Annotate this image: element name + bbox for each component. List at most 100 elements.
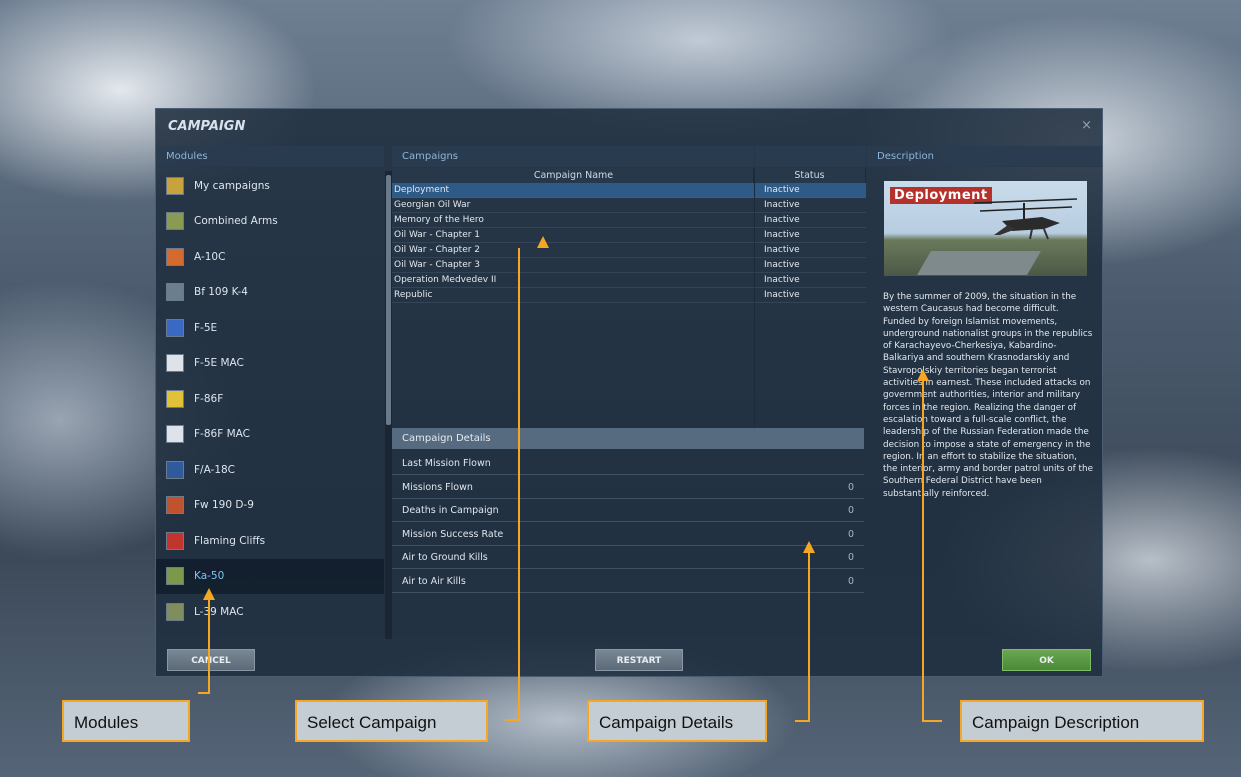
- fa18-icon: [166, 460, 184, 479]
- campaign-name: Oil War - Chapter 2: [394, 245, 481, 255]
- module-label: Bf 109 K-4: [194, 286, 248, 299]
- campaign-name: Oil War - Chapter 1: [394, 230, 481, 240]
- module-item[interactable]: My campaigns: [156, 168, 384, 204]
- callout-select-campaign: Select Campaign: [295, 700, 488, 742]
- mac-icon: [166, 354, 184, 373]
- detail-row: Air to Air Kills 0: [392, 571, 864, 593]
- campaigns-header: Campaigns: [392, 146, 754, 167]
- module-label: L-39 MAC: [194, 605, 244, 618]
- dialog-title: CAMPAIGN: [168, 119, 246, 134]
- helicopter-icon: [973, 198, 1078, 240]
- callout-campaign-description: Campaign Description: [960, 700, 1204, 742]
- detail-value: 0: [847, 481, 854, 493]
- bf109-icon: [166, 283, 184, 302]
- module-item[interactable]: Ka-50: [156, 558, 384, 594]
- fw190-icon: [166, 496, 184, 515]
- campaign-row[interactable]: Oil War - Chapter 3 Inactive: [392, 258, 866, 273]
- campaign-row[interactable]: Republic Inactive: [392, 288, 866, 303]
- module-item[interactable]: F-5E: [156, 310, 384, 346]
- module-item[interactable]: A-10C: [156, 239, 384, 275]
- campaign-name: Deployment: [394, 185, 450, 195]
- module-label: F-5E MAC: [194, 357, 244, 370]
- campaign-row[interactable]: Memory of the Hero Inactive: [392, 213, 866, 228]
- f5e-icon: [166, 318, 184, 337]
- cancel-button[interactable]: CANCEL: [167, 649, 255, 671]
- campaign-status: Inactive: [764, 290, 800, 300]
- campaign-dialog: CAMPAIGN × Modules Campaigns Description…: [155, 108, 1103, 677]
- callout-arrow-details: [803, 541, 815, 553]
- detail-label: Mission Success Rate: [402, 528, 504, 540]
- module-item[interactable]: Combined Arms: [156, 204, 384, 240]
- scrollbar-thumb[interactable]: [386, 175, 391, 425]
- detail-row: Air to Ground Kills 0: [392, 547, 864, 569]
- detail-row: Mission Success Rate 0: [392, 524, 864, 546]
- detail-label: Deaths in Campaign: [402, 505, 499, 516]
- modules-scrollbar[interactable]: [385, 171, 392, 639]
- module-item[interactable]: F-86F: [156, 381, 384, 417]
- campaign-status: Inactive: [764, 185, 800, 195]
- detail-label: Last Mission Flown: [402, 458, 491, 469]
- combined-arms-icon: [166, 212, 184, 231]
- restart-button[interactable]: RESTART: [595, 649, 683, 671]
- folder-icon: [166, 176, 184, 195]
- detail-label: Air to Air Kills: [402, 575, 466, 587]
- module-label: A-10C: [194, 250, 226, 263]
- callout-arrow-modules: [203, 588, 215, 600]
- campaign-row[interactable]: Deployment Inactive: [392, 183, 866, 198]
- module-item[interactable]: F/A-18C: [156, 452, 384, 488]
- detail-row: Missions Flown 0: [392, 477, 864, 499]
- campaign-name: Memory of the Hero: [394, 215, 484, 225]
- module-label: My campaigns: [194, 179, 270, 192]
- detail-value: 0: [847, 528, 854, 540]
- callout-line-campaign-h: [505, 719, 520, 721]
- column-status[interactable]: Status: [754, 168, 866, 183]
- l39-icon: [166, 602, 184, 621]
- module-label: Flaming Cliffs: [194, 534, 266, 547]
- detail-label: Missions Flown: [402, 481, 473, 493]
- callout-modules: Modules: [62, 700, 190, 742]
- campaigns-table: Campaign Name Status Deployment Inactive G…: [392, 168, 866, 430]
- modules-list: My campaigns Combined Arms A-10C Bf 109 K-4…: [156, 168, 384, 640]
- mac-icon: [166, 425, 184, 444]
- module-label: Ka-50: [194, 570, 225, 583]
- detail-row: Deaths in Campaign 0: [392, 500, 864, 522]
- callout-line-details: [808, 552, 810, 722]
- module-item[interactable]: Flaming Cliffs: [156, 523, 384, 559]
- detail-value: 0: [847, 575, 854, 587]
- ka50-icon: [166, 567, 184, 586]
- campaign-row[interactable]: Oil War - Chapter 1 Inactive: [392, 228, 866, 243]
- callout-line-campaign: [518, 248, 520, 720]
- runway: [917, 251, 1041, 275]
- campaign-image: Deployment: [884, 181, 1087, 276]
- campaign-status: Inactive: [764, 275, 800, 285]
- callout-line-modules: [208, 598, 210, 692]
- ok-button[interactable]: OK: [1002, 649, 1091, 671]
- module-item[interactable]: F-5E MAC: [156, 346, 384, 382]
- column-campaign-name[interactable]: Campaign Name: [392, 168, 754, 183]
- callout-arrow-campaign: [537, 236, 549, 248]
- campaign-rows: Deployment Inactive Georgian Oil War Inacti…: [392, 183, 866, 303]
- callout-line-details-h: [795, 720, 810, 722]
- callout-line-description-h: [922, 720, 942, 722]
- campaigns-header-spacer: [755, 146, 866, 167]
- campaign-row[interactable]: Georgian Oil War Inactive: [392, 198, 866, 213]
- campaign-row[interactable]: Operation Medvedev II Inactive: [392, 273, 866, 288]
- module-label: F-86F MAC: [194, 428, 250, 441]
- module-label: Fw 190 D-9: [194, 499, 254, 512]
- detail-value: 0: [847, 505, 854, 516]
- f86-icon: [166, 389, 184, 408]
- module-item[interactable]: Bf 109 K-4: [156, 275, 384, 311]
- campaign-name: Georgian Oil War: [394, 200, 471, 210]
- table-header: Campaign Name Status: [392, 168, 866, 183]
- campaign-status: Inactive: [764, 215, 800, 225]
- module-item[interactable]: F-86F MAC: [156, 417, 384, 453]
- modules-header: Modules: [156, 146, 384, 167]
- module-item[interactable]: Fw 190 D-9: [156, 488, 384, 524]
- table-divider: [754, 168, 755, 430]
- campaign-name: Republic: [394, 290, 433, 300]
- module-item[interactable]: L-39 MAC: [156, 594, 384, 630]
- campaign-name: Operation Medvedev II: [394, 275, 497, 285]
- callout-line-modules-h: [198, 692, 210, 694]
- campaign-row[interactable]: Oil War - Chapter 2 Inactive: [392, 243, 866, 258]
- close-icon[interactable]: ×: [1081, 118, 1092, 133]
